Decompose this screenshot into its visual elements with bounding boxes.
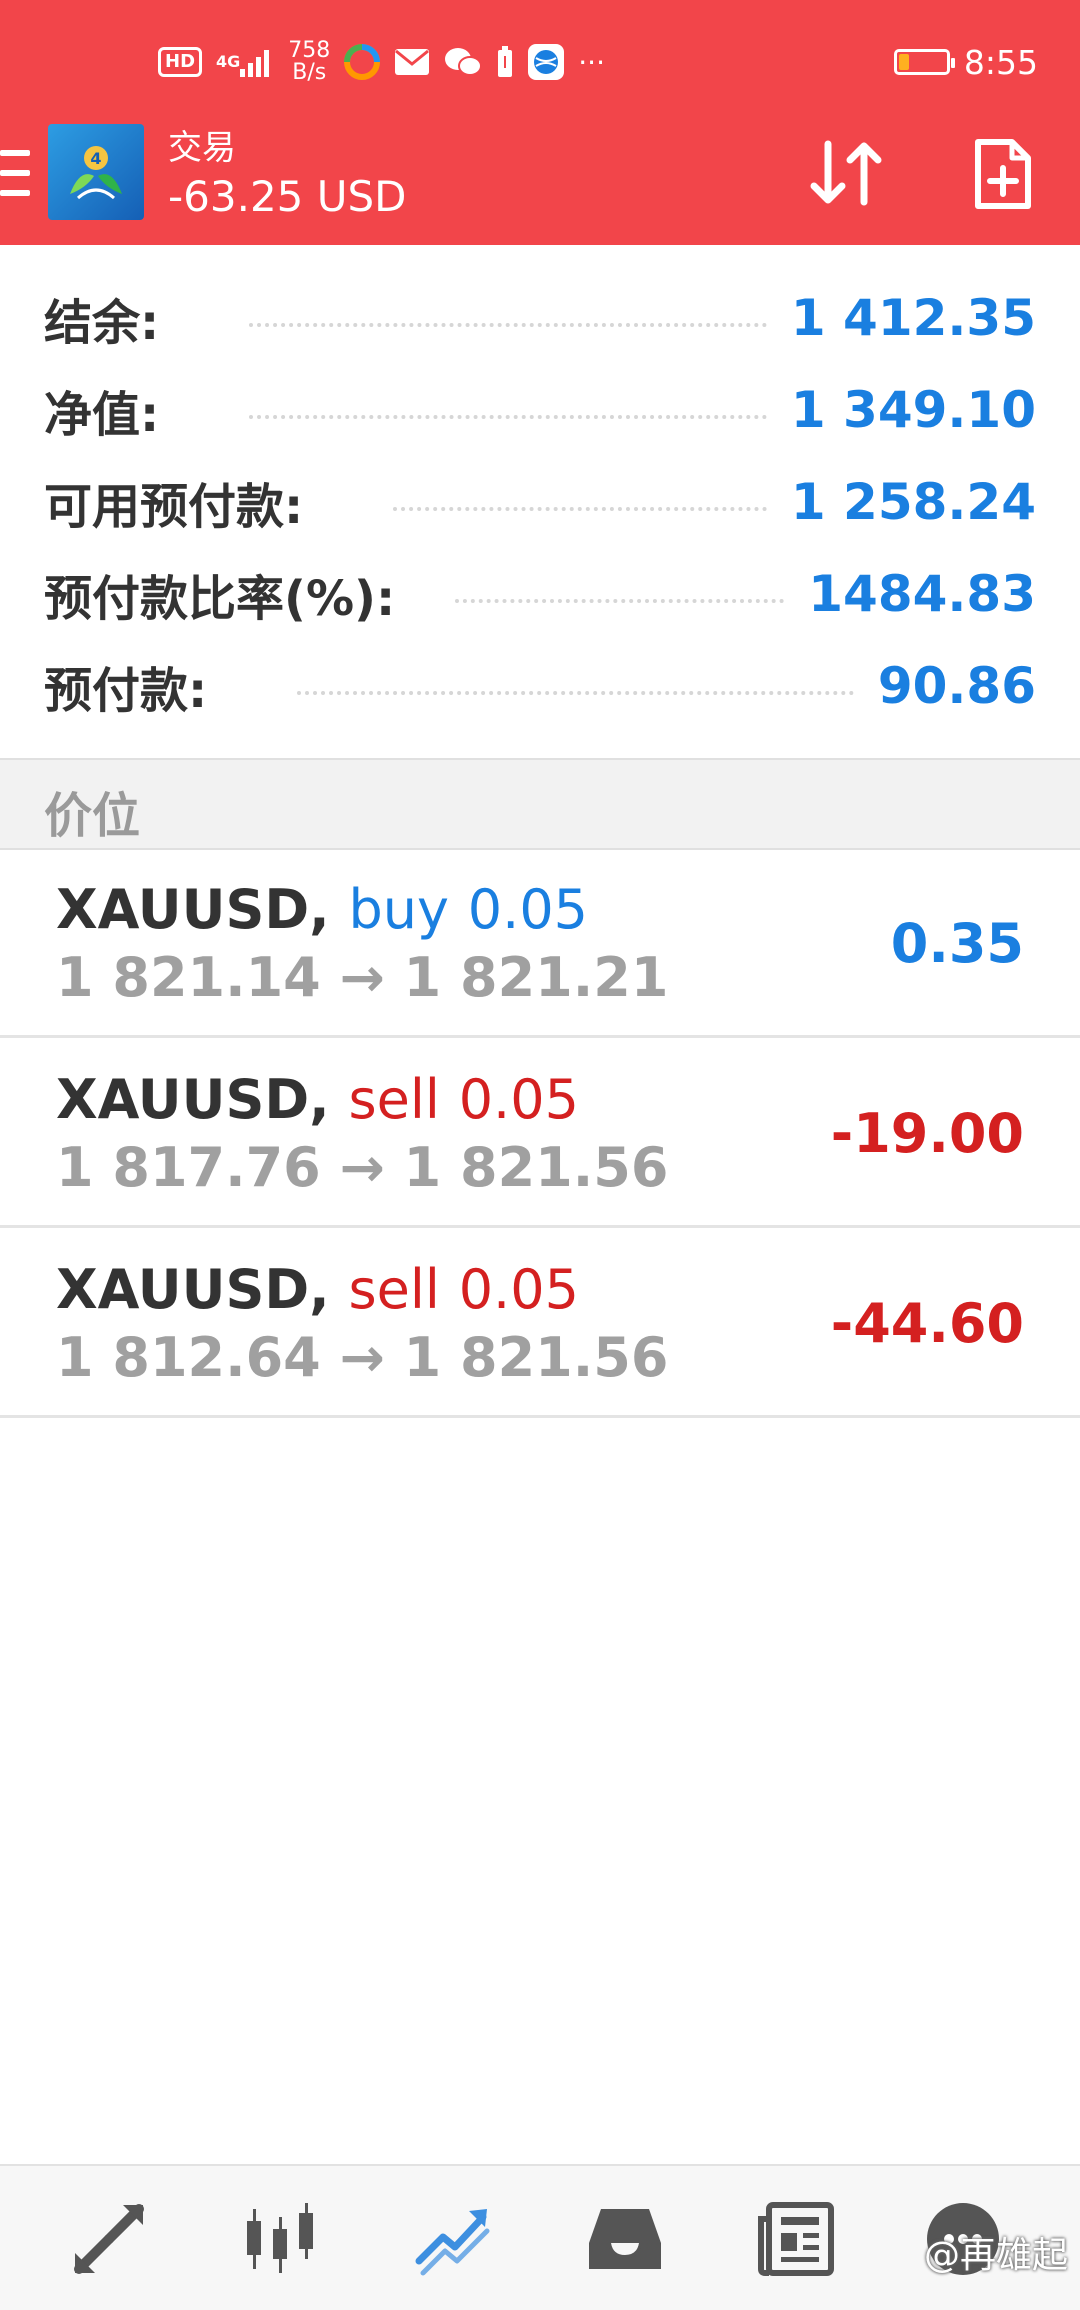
summary-label: 可用预付款: <box>44 479 304 535</box>
position-profit: -44.60 <box>830 1292 1024 1355</box>
position-symbol: XAUUSD, <box>56 878 330 941</box>
candlestick-icon <box>247 2203 313 2273</box>
network-speed-unit: B/s <box>292 60 327 85</box>
position-volume: 0.05 <box>467 878 589 941</box>
watermark: @再雄起 <box>923 2235 1068 2276</box>
open-price: 1 812.64 <box>56 1326 321 1389</box>
position-volume: 0.05 <box>458 1258 579 1321</box>
position-row[interactable]: XAUUSD, sell 0.05 1 812.64 → 1 821.56 -4… <box>0 1230 1080 1418</box>
bottom-navigation: @再雄起 <box>0 2164 1080 2310</box>
nav-trade-button[interactable] <box>410 2196 496 2282</box>
dotted-leader <box>297 691 854 695</box>
summary-row-balance: 结余: 1 412.35 <box>44 288 1036 351</box>
dotted-leader <box>393 507 767 511</box>
status-bar: HD 4G 758 B/s ··· 8:55 <box>0 0 1080 120</box>
mail-icon <box>394 48 430 76</box>
trend-icon <box>415 2209 490 2276</box>
summary-row-free-margin: 可用预付款: 1 258.24 <box>44 472 1036 535</box>
top-app-bar: HD 4G 758 B/s ··· 8:55 4 交易 -63.25 USD <box>0 0 1080 245</box>
current-price: 1 821.56 <box>403 1326 669 1389</box>
dotted-leader <box>455 599 785 603</box>
summary-row-equity: 净值: 1 349.10 <box>44 380 1036 443</box>
summary-label: 结余: <box>44 295 160 351</box>
status-time: 8:55 <box>963 42 1038 82</box>
metatrader-logo: 4 <box>48 124 144 220</box>
position-profit: 0.35 <box>890 912 1024 975</box>
open-price: 1 817.76 <box>56 1136 321 1199</box>
current-price: 1 821.56 <box>403 1136 669 1199</box>
inbox-icon <box>589 2209 661 2269</box>
page-title: 交易 <box>168 128 236 168</box>
nav-news-button[interactable] <box>754 2196 840 2282</box>
network-speed: 758 B/s <box>288 40 330 84</box>
floating-pnl: -63.25 USD <box>168 172 407 221</box>
section-header: 价位 <box>0 758 1080 850</box>
summary-value: 1 349.10 <box>790 381 1036 439</box>
nav-chart-button[interactable] <box>238 2196 324 2282</box>
summary-value: 1484.83 <box>808 565 1036 623</box>
new-document-icon <box>975 139 1031 209</box>
sort-button[interactable] <box>806 138 886 208</box>
svg-text:4: 4 <box>90 149 101 168</box>
arrow-icon: → <box>339 1326 385 1389</box>
more-notifications: ··· <box>578 45 605 79</box>
browser-icon <box>528 44 565 80</box>
summary-label: 预付款比率(%): <box>44 571 396 627</box>
position-volume: 0.05 <box>458 1068 579 1131</box>
summary-value: 90.86 <box>877 657 1036 715</box>
wechat-icon <box>444 46 483 78</box>
open-price: 1 821.14 <box>56 946 321 1009</box>
section-title: 价位 <box>44 788 141 844</box>
battery-alert-icon <box>496 46 514 78</box>
position-row[interactable]: XAUUSD, sell 0.05 1 817.76 → 1 821.56 -1… <box>0 1040 1080 1228</box>
summary-label: 净值: <box>44 387 160 443</box>
dotted-leader <box>249 323 767 327</box>
position-profit: -19.00 <box>830 1102 1024 1165</box>
dotted-leader <box>249 415 767 419</box>
position-side: sell <box>348 1258 440 1321</box>
battery-icon <box>893 49 955 75</box>
menu-icon[interactable] <box>0 150 30 196</box>
network-speed-value: 758 <box>288 38 331 63</box>
position-symbol: XAUUSD, <box>56 1258 330 1321</box>
summary-value: 1 258.24 <box>790 473 1036 531</box>
position-side: buy <box>348 878 449 941</box>
summary-label: 预付款: <box>44 663 208 719</box>
summary-row-margin: 预付款: 90.86 <box>44 656 1036 719</box>
new-order-button[interactable] <box>972 138 1032 210</box>
arrow-icon: → <box>339 946 385 1009</box>
nav-history-button[interactable] <box>582 2196 668 2282</box>
battery-level <box>898 54 909 70</box>
colorful-app-icon <box>344 44 381 80</box>
summary-row-margin-level: 预付款比率(%): 1484.83 <box>44 564 1036 627</box>
arrow-icon: → <box>339 1136 385 1199</box>
newspaper-icon <box>758 2202 834 2276</box>
current-price: 1 821.21 <box>403 946 669 1009</box>
signal-icon: 4G <box>216 47 274 77</box>
position-side: sell <box>348 1068 440 1131</box>
nav-quotes-button[interactable] <box>66 2196 152 2282</box>
position-symbol: XAUUSD, <box>56 1068 330 1131</box>
hd-icon: HD <box>158 47 203 77</box>
summary-value: 1 412.35 <box>790 289 1036 347</box>
position-row[interactable]: XAUUSD, buy 0.05 1 821.14 → 1 821.21 0.3… <box>0 850 1080 1038</box>
arrows-icon <box>74 2204 144 2274</box>
sort-arrows-icon <box>810 140 882 206</box>
